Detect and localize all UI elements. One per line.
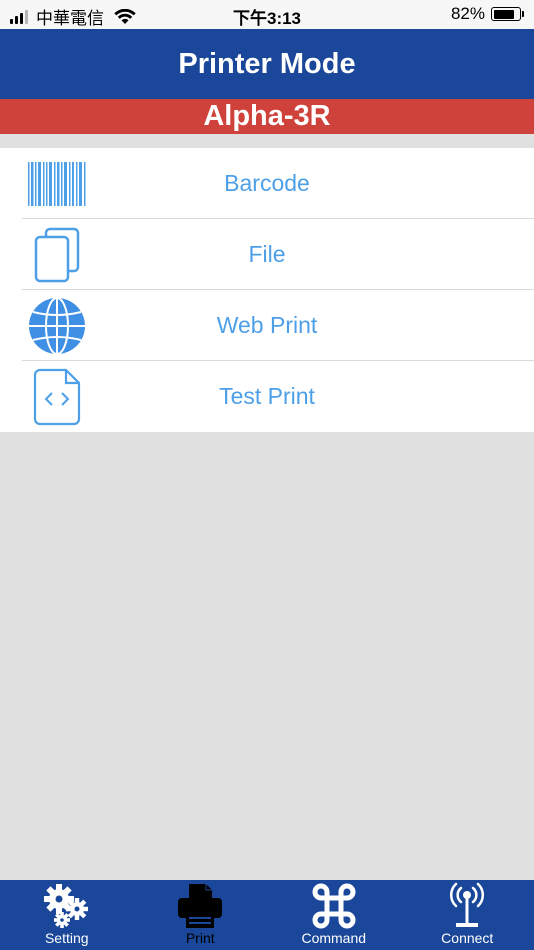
status-bar: 中華電信 下午3:13 82% (0, 0, 534, 29)
menu-item-barcode[interactable]: Barcode (0, 148, 534, 219)
page-title: Printer Mode (0, 29, 534, 99)
menu-item-label: Web Print (216, 312, 318, 338)
battery-percentage: 82% (450, 4, 485, 23)
printer-icon (178, 884, 223, 928)
tab-label: Print (185, 930, 215, 946)
printer-mode-menu: Barcode File Web Print Test Print (0, 148, 534, 432)
menu-item-web-print[interactable]: Web Print (0, 290, 534, 361)
menu-item-label: Barcode (224, 170, 310, 196)
tab-setting[interactable]: Setting (0, 880, 134, 950)
menu-item-test-print[interactable]: Test Print (0, 361, 534, 432)
menu-item-label: Test Print (219, 383, 315, 409)
tab-command[interactable]: Command (267, 880, 401, 950)
tab-connect[interactable]: Connect (401, 880, 534, 950)
command-icon (312, 883, 356, 929)
battery-icon (491, 7, 521, 21)
menu-item-file[interactable]: File (0, 219, 534, 290)
status-right: 82% (451, 4, 524, 24)
menu-item-label: File (248, 241, 286, 267)
tab-label: Setting (44, 930, 89, 946)
tab-label: Connect (441, 930, 494, 946)
tab-print[interactable]: Print (134, 880, 268, 950)
gears-icon (43, 884, 88, 928)
printer-model-banner: Alpha-3R (0, 99, 534, 134)
antenna-icon (450, 882, 485, 927)
battery-tip (522, 11, 524, 17)
tab-label: Command (301, 930, 367, 946)
tab-bar: Setting Print Command Connect (0, 880, 534, 950)
